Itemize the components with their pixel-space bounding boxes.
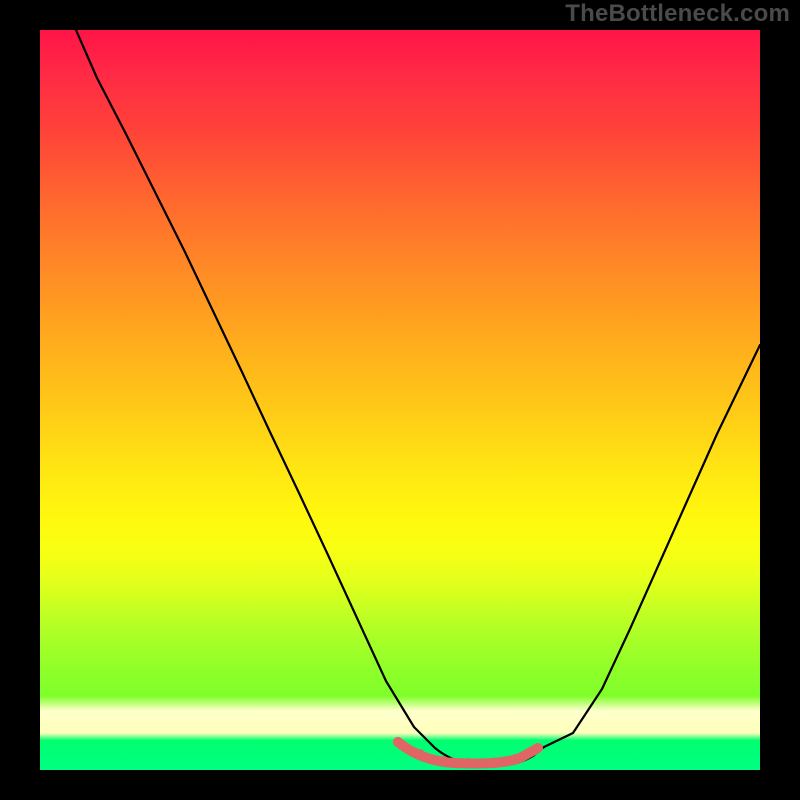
bottleneck-curve [76,30,760,766]
sweet-spot-highlight [393,737,543,768]
curve-layer [40,30,760,770]
plot-area [40,30,760,770]
chart-canvas: TheBottleneck.com [0,0,800,800]
watermark-text: TheBottleneck.com [565,0,790,28]
